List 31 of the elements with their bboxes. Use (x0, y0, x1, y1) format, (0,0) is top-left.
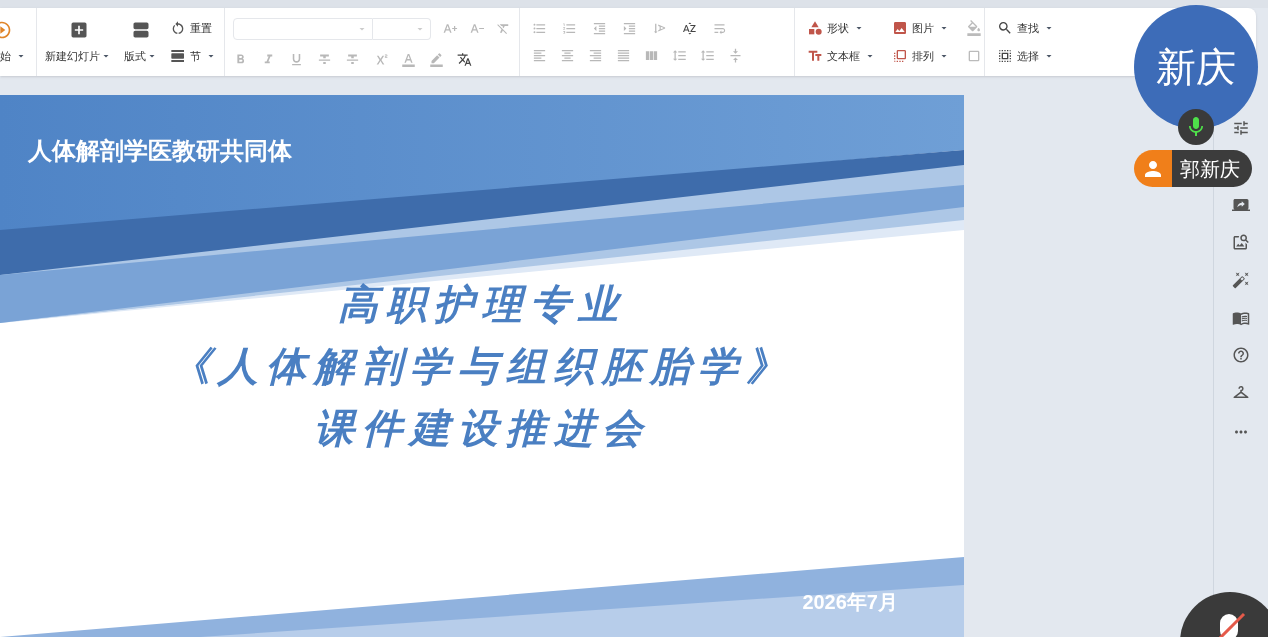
image-icon (892, 19, 908, 36)
screens-icon[interactable] (1232, 196, 1250, 214)
outline-icon[interactable] (966, 48, 982, 64)
edit-button[interactable]: 查找 (997, 19, 1055, 36)
speaker-name: 郭新庆 (1172, 150, 1252, 187)
section-button[interactable]: 节 (170, 48, 217, 65)
slide-title-line: 课件建设推进会 (314, 403, 650, 453)
image-icon[interactable] (1232, 233, 1250, 251)
insert-button[interactable]: 图片 (892, 19, 950, 36)
layout-button[interactable]: 版式 (124, 19, 158, 65)
insert-button[interactable]: 排列 (892, 48, 950, 65)
sliders-icon[interactable] (1232, 119, 1250, 137)
search-icon (997, 19, 1013, 36)
insert-button[interactable]: 文本框 (807, 48, 876, 65)
insert-button[interactable]: 形状 (807, 19, 876, 36)
select-icon (997, 48, 1013, 65)
slide-title-line: 《人体解剖学与组织胚胎学》 (170, 341, 794, 391)
fill-icon[interactable] (966, 19, 982, 36)
help-icon[interactable] (1232, 346, 1250, 364)
magic-wand-icon[interactable] (1232, 271, 1250, 289)
edit-button[interactable]: 选择 (997, 48, 1055, 65)
reset-button[interactable]: 重置 (170, 19, 217, 36)
new-slide-button[interactable]: 新建幻灯片 (45, 19, 112, 65)
reset-icon (170, 19, 186, 36)
slide-title-line: 高职护理专业 (338, 279, 626, 329)
layers-icon (892, 48, 908, 65)
slide-date: 2026年7月 (802, 590, 898, 615)
shapes-icon (807, 19, 823, 36)
start-button[interactable]: 始 (0, 47, 27, 65)
slide-header: 人体解剖学医教研共同体 (28, 136, 292, 166)
section-icon (170, 48, 186, 65)
